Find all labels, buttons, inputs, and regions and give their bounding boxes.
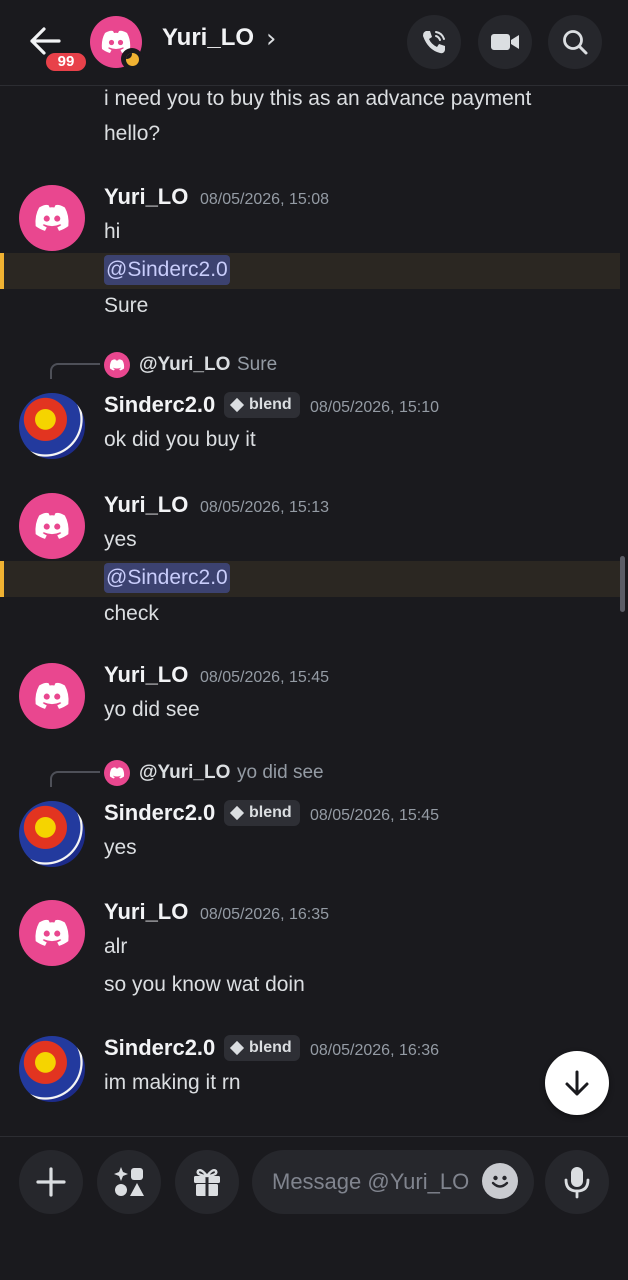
discord-logo-icon bbox=[109, 359, 125, 371]
idle-status-icon bbox=[121, 48, 143, 70]
message-line: yo did see bbox=[104, 698, 200, 721]
arrow-down-icon bbox=[565, 1070, 589, 1096]
reply-preview[interactable]: Sure bbox=[237, 354, 277, 376]
message-line: so you know wat doin bbox=[104, 973, 305, 996]
discord-logo-icon bbox=[35, 512, 69, 539]
message-composer bbox=[0, 1136, 628, 1280]
avatar[interactable] bbox=[19, 393, 85, 459]
reply-connector bbox=[50, 363, 100, 379]
clan-tag-icon bbox=[230, 398, 244, 412]
avatar[interactable] bbox=[19, 801, 85, 867]
avatar[interactable] bbox=[19, 493, 85, 559]
avatar[interactable] bbox=[19, 900, 85, 966]
reply-preview[interactable]: yo did see bbox=[237, 762, 324, 784]
message-input[interactable] bbox=[272, 1150, 482, 1214]
message-author[interactable]: Sinderc2.0 bbox=[104, 1035, 215, 1061]
microphone-icon bbox=[564, 1167, 590, 1199]
message-timestamp: 08/05/2026, 16:35 bbox=[200, 906, 330, 923]
gift-button[interactable] bbox=[175, 1150, 239, 1214]
scrollbar[interactable] bbox=[620, 556, 625, 612]
message-timestamp: 08/05/2026, 15:45 bbox=[310, 807, 440, 824]
video-call-button[interactable] bbox=[478, 15, 532, 69]
video-camera-icon bbox=[491, 34, 519, 50]
search-icon bbox=[563, 30, 588, 55]
message-author[interactable]: Yuri_LO bbox=[104, 662, 188, 688]
search-button[interactable] bbox=[548, 15, 602, 69]
clan-tag-label: blend bbox=[249, 804, 292, 821]
reply-author[interactable]: @Yuri_LO bbox=[139, 354, 230, 376]
message-author[interactable]: Sinderc2.0 bbox=[104, 800, 215, 826]
user-mention[interactable]: @Sinderc2.0 bbox=[104, 563, 230, 593]
reply-connector bbox=[50, 771, 100, 787]
chevron-right-icon[interactable]: › bbox=[266, 24, 276, 54]
message-line: yes bbox=[104, 836, 137, 859]
discord-logo-icon bbox=[109, 767, 125, 779]
jump-to-bottom-button[interactable] bbox=[545, 1051, 609, 1115]
message-author[interactable]: Yuri_LO bbox=[104, 899, 188, 925]
message-line: im making it rn bbox=[104, 1071, 241, 1094]
clan-tag-badge[interactable]: blend bbox=[224, 392, 300, 418]
avatar[interactable] bbox=[19, 185, 85, 251]
message-timestamp: 08/05/2026, 15:13 bbox=[200, 499, 330, 516]
emoji-button[interactable] bbox=[482, 1163, 518, 1199]
message-author[interactable]: Yuri_LO bbox=[104, 492, 188, 518]
user-mention[interactable]: @Sinderc2.0 bbox=[104, 255, 230, 285]
clan-tag-icon bbox=[230, 806, 244, 820]
message-line: hi bbox=[104, 220, 121, 243]
message-line: alr bbox=[104, 935, 128, 958]
gift-icon bbox=[194, 1168, 220, 1196]
discord-logo-icon bbox=[35, 919, 69, 946]
apps-icon bbox=[114, 1167, 144, 1196]
clan-tag-badge[interactable]: blend bbox=[224, 1035, 300, 1061]
voice-message-button[interactable] bbox=[545, 1150, 609, 1214]
message-list[interactable]: i need you to buy this as an advance pay… bbox=[0, 87, 628, 1135]
message-line: hello? bbox=[104, 122, 161, 145]
contact-name[interactable]: Yuri_LO bbox=[162, 24, 254, 52]
apps-button[interactable] bbox=[97, 1150, 161, 1214]
voice-call-button[interactable] bbox=[407, 15, 461, 69]
reply-author[interactable]: @Yuri_LO bbox=[139, 762, 230, 784]
chat-header: 99 Yuri_LO › bbox=[0, 0, 628, 86]
message-author[interactable]: Yuri_LO bbox=[104, 184, 188, 210]
message-timestamp: 08/05/2026, 15:45 bbox=[200, 669, 330, 686]
mention-highlight bbox=[0, 561, 620, 597]
message-timestamp: 08/05/2026, 15:10 bbox=[310, 399, 440, 416]
mention-highlight bbox=[0, 253, 620, 289]
reply-avatar bbox=[104, 352, 130, 378]
message-line: check bbox=[104, 602, 159, 625]
reply-avatar bbox=[104, 760, 130, 786]
avatar[interactable] bbox=[19, 663, 85, 729]
message-timestamp: 08/05/2026, 16:36 bbox=[310, 1042, 440, 1059]
message-line: ok did you buy it bbox=[104, 428, 256, 451]
message-line: yes bbox=[104, 528, 137, 551]
message-timestamp: 08/05/2026, 15:08 bbox=[200, 191, 330, 208]
phone-call-icon bbox=[423, 31, 445, 54]
plus-icon bbox=[36, 1167, 66, 1197]
clan-tag-label: blend bbox=[249, 1039, 292, 1056]
emoji-icon bbox=[491, 1175, 509, 1188]
clan-tag-label: blend bbox=[249, 396, 292, 413]
discord-logo-icon bbox=[35, 204, 69, 231]
avatar[interactable] bbox=[19, 1036, 85, 1102]
message-author[interactable]: Sinderc2.0 bbox=[104, 392, 215, 418]
discord-logo-icon bbox=[35, 682, 69, 709]
message-line: Sure bbox=[104, 294, 149, 317]
clan-tag-icon bbox=[230, 1041, 244, 1055]
clan-tag-badge[interactable]: blend bbox=[224, 800, 300, 826]
add-attachment-button[interactable] bbox=[19, 1150, 83, 1214]
message-line: i need you to buy this as an advance pay… bbox=[104, 87, 532, 110]
unread-badge: 99 bbox=[43, 50, 89, 74]
